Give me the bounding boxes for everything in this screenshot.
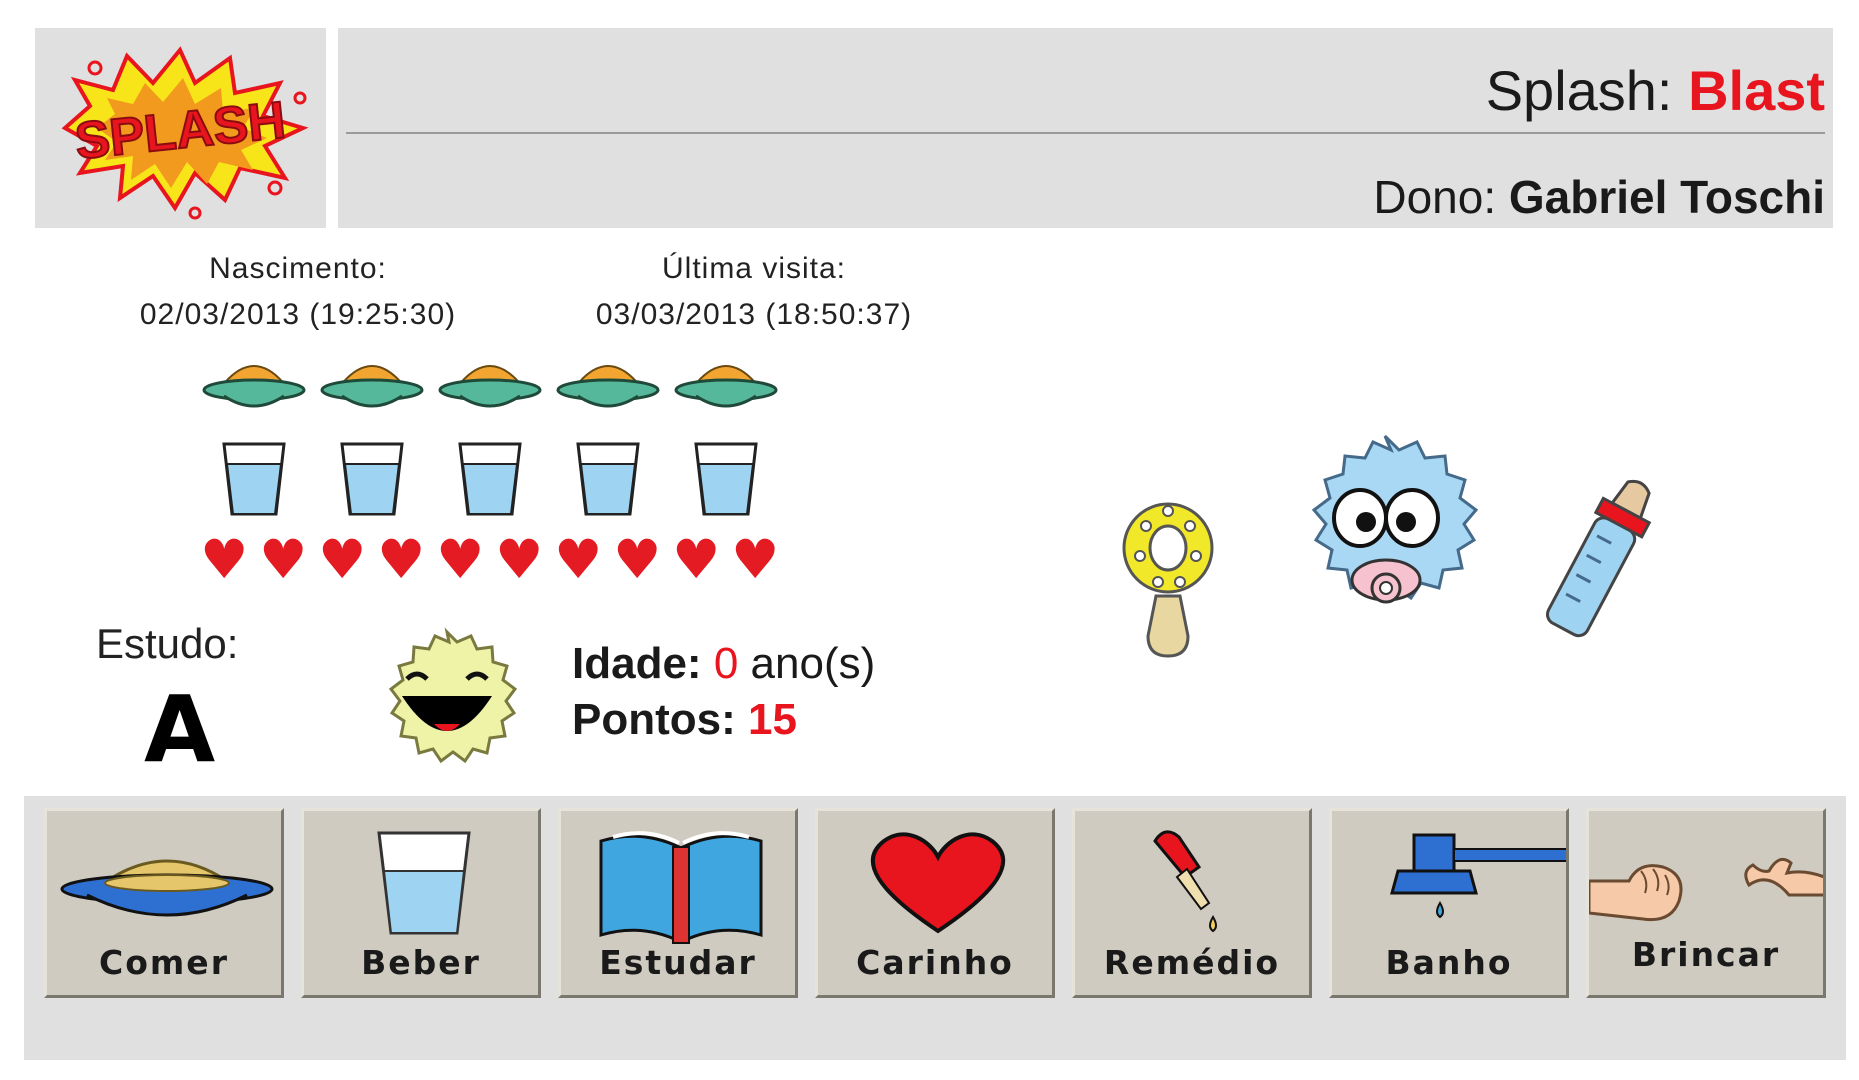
drink-button[interactable]: Beber [301,808,541,998]
heart-icon: ♥ [436,528,485,591]
water-glass-icon [318,440,426,525]
pet-title: Splash: Blast [1486,58,1825,123]
eat-label: Comer [99,943,229,982]
visit-label: Última visita: [661,252,847,285]
birth-date: Nascimento: 02/03/2013 (19:25:30) [100,246,496,338]
pet-stats: Idade: 0 ano(s) Pontos: 15 [572,636,875,748]
medicine-label: Remédio [1103,943,1281,982]
birth-label: Nascimento: [209,252,387,285]
mood-face-icon [352,624,542,779]
play-button[interactable]: Brincar [1586,808,1826,998]
age-line: Idade: 0 ano(s) [572,636,875,692]
food-plate-icon [200,352,308,419]
water-glass-icon [554,440,662,525]
visit-value: 03/03/2013 (18:50:37) [595,298,913,331]
bath-label: Banho [1385,943,1513,982]
heart-icon: ♥ [318,528,367,591]
age-value: 0 [713,639,739,688]
heart-icon: ♥ [259,528,308,591]
study-button[interactable]: Estudar [558,808,798,998]
affection-label: Carinho [856,943,1014,982]
food-plate-icon [436,352,544,419]
owner-line: Dono: Gabriel Toschi [1373,170,1825,224]
heart-icon: ♥ [377,528,426,591]
baby-bottle-icon [1530,470,1670,655]
affection-button[interactable]: Carinho [815,808,1055,998]
header-panel: Splash: Blast Dono: Gabriel Toschi [338,28,1833,228]
heart-meter: ♥ ♥ ♥ ♥ ♥ ♥ ♥ ♥ ♥ ♥ [200,528,780,591]
age-label: Idade: [572,639,702,688]
water-glass-icon [200,440,308,525]
heart-icon: ♥ [613,528,662,591]
pet-name: Blast [1688,59,1825,122]
drink-label: Beber [361,943,481,982]
water-glass-icon [436,440,544,525]
last-visit: Última visita: 03/03/2013 (18:50:37) [560,246,948,338]
header-divider [346,132,1825,134]
food-meter [200,352,780,419]
drink-meter [200,440,780,525]
points-label: Pontos: [572,695,736,744]
points-line: Pontos: 15 [572,692,875,748]
food-plate-icon [672,352,780,419]
owner-name: Gabriel Toschi [1508,171,1825,223]
bath-button[interactable]: Banho [1329,808,1569,998]
rattle-icon [1118,486,1218,667]
study-label: Estudo: [96,620,239,667]
pet-label: Splash: [1485,59,1673,122]
heart-icon: ♥ [495,528,544,591]
heart-icon: ♥ [731,528,780,591]
water-glass-icon [672,440,780,525]
food-plate-icon [554,352,662,419]
birth-value: 02/03/2013 (19:25:30) [139,298,457,331]
logo-panel: SPLASH [35,28,326,228]
medicine-button[interactable]: Remédio [1072,808,1312,998]
age-unit: ano(s) [750,639,876,688]
heart-icon: ♥ [554,528,603,591]
eat-button[interactable]: Comer [44,808,284,998]
splash-logo: SPLASH [61,46,309,220]
study-grade: A [144,676,216,783]
points-value: 15 [748,695,797,744]
study-action-label: Estudar [599,943,757,982]
food-plate-icon [318,352,426,419]
baby-pet-avatar [1260,430,1510,645]
owner-label: Dono: [1373,171,1497,223]
action-bar: Comer Beber Estudar Carinho Remédio Banh… [24,796,1846,1060]
play-label: Brincar [1631,935,1781,974]
heart-icon: ♥ [672,528,721,591]
heart-icon: ♥ [200,528,249,591]
